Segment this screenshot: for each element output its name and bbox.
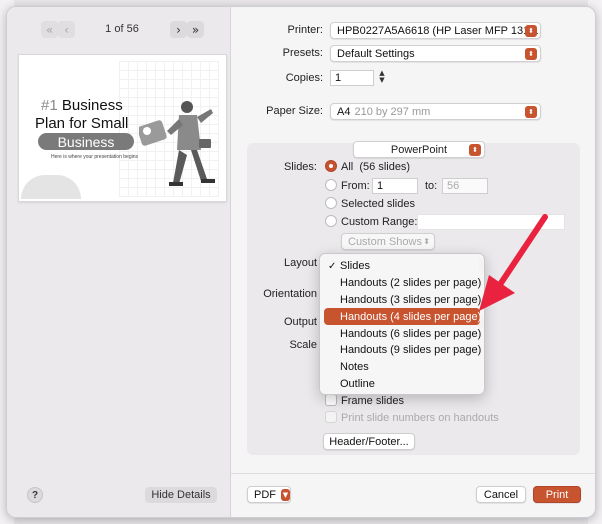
layout-label: Layout — [283, 257, 317, 269]
frame-slides-checkbox[interactable] — [325, 394, 337, 406]
thumbnail-subtitle: Here is where your presentation begins — [51, 154, 138, 160]
custom-shows-select[interactable]: Custom Shows ⬍ — [341, 233, 435, 250]
slides-all-count: (56 slides) — [359, 161, 411, 173]
print-slide-numbers-label: Print slide numbers on handouts — [341, 412, 499, 424]
chevron-updown-icon: ⬍ — [423, 237, 430, 246]
menu-item-slides[interactable]: ✓ Slides — [324, 258, 480, 275]
printer-value: HPB0227A5A6618 (HP Laser MFP 131 1… — [337, 24, 541, 37]
header-footer-button[interactable]: Header/Footer... — [323, 433, 415, 450]
next-page-button[interactable]: › — [170, 21, 187, 38]
print-dialog: « ‹ 1 of 56 › » #1 Business Plan for Sma… — [6, 6, 596, 518]
menu-item-label: Slides — [340, 260, 370, 273]
menu-item-label: Handouts (3 slides per page) — [340, 293, 482, 306]
previous-page-button[interactable]: ‹ — [58, 21, 75, 38]
page-navigation: « ‹ 1 of 56 › » — [7, 21, 231, 41]
chevron-updown-icon: ⬍ — [525, 106, 537, 118]
output-label: Output — [283, 316, 317, 328]
pdf-label: PDF — [254, 488, 276, 501]
hide-details-button[interactable]: Hide Details — [145, 487, 217, 503]
pdf-menu-button[interactable]: PDF ▼ — [247, 486, 291, 503]
frame-slides-label[interactable]: Frame slides — [341, 395, 404, 407]
chevron-updown-icon: ⬍ — [469, 144, 481, 156]
chevron-down-icon: ▼ — [281, 488, 290, 501]
menu-item-label: Handouts (2 slides per page) — [340, 277, 482, 290]
menu-item-handouts-9[interactable]: Handouts (9 slides per page) — [324, 342, 482, 359]
copies-field[interactable]: 1 — [330, 70, 374, 86]
first-page-button[interactable]: « — [41, 21, 58, 38]
slides-all-label: All — [341, 161, 354, 173]
last-page-button[interactable]: » — [187, 21, 204, 38]
help-button[interactable]: ? — [27, 487, 43, 503]
app-options-value: PowerPoint — [390, 143, 448, 156]
paper-size-label: Paper Size: — [266, 105, 323, 117]
slides-from-field[interactable]: 1 — [372, 178, 418, 194]
slides-from-radio[interactable] — [325, 179, 337, 191]
orientation-label: Orientation — [263, 288, 317, 300]
slide-preview-thumbnail: #1 Business Plan for Small Business Here… — [18, 54, 227, 202]
printer-select[interactable]: HPB0227A5A6618 (HP Laser MFP 131 1… ⬍ — [330, 22, 541, 39]
bottom-divider — [231, 473, 595, 474]
menu-item-notes[interactable]: Notes — [324, 359, 480, 376]
paper-size-select[interactable]: A4 210 by 297 mm ⬍ — [330, 103, 541, 120]
thumbnail-title-hash: #1 — [41, 97, 58, 114]
print-slide-numbers-checkbox[interactable] — [325, 411, 337, 423]
preview-pane: « ‹ 1 of 56 › » #1 Business Plan for Sma… — [7, 7, 231, 517]
custom-shows-value: Custom Shows — [348, 235, 422, 248]
paper-size-dimensions: 210 by 297 mm — [354, 105, 431, 118]
presets-value: Default Settings — [337, 47, 415, 60]
cancel-button[interactable]: Cancel — [476, 486, 526, 503]
menu-item-label: Outline — [340, 377, 375, 390]
selected-slides-label[interactable]: Selected slides — [341, 198, 415, 210]
thumbnail-title-pill: Business — [38, 133, 134, 150]
thumbnail-decorative-shape — [21, 175, 81, 199]
menu-item-handouts-4[interactable]: Handouts (4 slides per page) — [324, 308, 482, 326]
slides-all-radio[interactable] — [325, 160, 337, 172]
custom-range-radio[interactable] — [325, 215, 337, 227]
menu-item-label: Handouts (9 slides per page) — [340, 344, 482, 357]
annotation-arrow-icon — [479, 214, 548, 311]
thumbnail-title-line2: Plan for Small — [35, 115, 129, 132]
menu-item-handouts-2[interactable]: Handouts (2 slides per page) — [324, 275, 482, 292]
copies-stepper[interactable]: ▲ ▼ — [377, 70, 387, 86]
thumbnail-title-line1: #1 Business — [41, 97, 123, 114]
menu-item-label: Handouts (4 slides per page) — [340, 310, 482, 323]
printer-label: Printer: — [287, 24, 323, 36]
layout-dropdown-menu: ✓ Slides Handouts (2 slides per page) Ha… — [319, 253, 485, 395]
slides-to-label: to: — [425, 180, 438, 192]
menu-item-label: Notes — [340, 361, 369, 374]
slides-to-field[interactable]: 56 — [442, 178, 488, 194]
app-options-select[interactable]: PowerPoint ⬍ — [353, 141, 485, 158]
chevron-updown-icon: ⬍ — [525, 25, 537, 37]
businessman-illustration — [139, 101, 215, 186]
custom-range-label[interactable]: Custom Range: — [341, 216, 417, 228]
selected-slides-radio[interactable] — [325, 197, 337, 209]
menu-item-outline[interactable]: Outline — [324, 376, 480, 393]
scale-label: Scale — [289, 339, 317, 351]
checkmark-icon: ✓ — [328, 260, 337, 272]
print-button[interactable]: Print — [533, 486, 581, 503]
menu-item-handouts-3[interactable]: Handouts (3 slides per page) — [324, 292, 482, 309]
menu-item-handouts-6[interactable]: Handouts (6 slides per page) — [324, 325, 482, 342]
copies-label: Copies: — [285, 72, 323, 84]
thumbnail-title-word: Business — [57, 97, 123, 114]
slides-label: Slides: — [283, 161, 317, 173]
paper-size-value: A4 — [337, 105, 351, 118]
menu-item-label: Handouts (6 slides per page) — [340, 327, 482, 340]
presets-select[interactable]: Default Settings ⬍ — [330, 45, 541, 62]
chevron-updown-icon: ⬍ — [525, 48, 537, 60]
slides-all-option[interactable]: All (56 slides) — [341, 161, 410, 173]
presets-label: Presets: — [282, 47, 323, 59]
slides-from-label: From: — [341, 180, 370, 192]
page-counter: 1 of 56 — [105, 23, 139, 35]
